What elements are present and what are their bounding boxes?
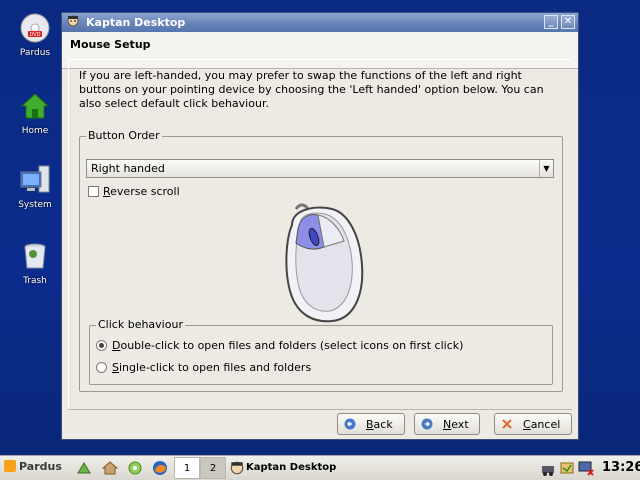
back-arrow-icon bbox=[344, 418, 356, 430]
task-title: Kaptan Desktop bbox=[246, 462, 337, 473]
home-icon bbox=[20, 93, 50, 119]
cancel-label: Cancel bbox=[523, 418, 561, 431]
reverse-scroll-label: Reverse scroll bbox=[103, 185, 180, 198]
desktop-switch-2[interactable]: 2 bbox=[200, 457, 226, 479]
kaptan-task-icon bbox=[230, 461, 244, 475]
minimize-button[interactable]: _ bbox=[544, 15, 558, 29]
desktop-icon-trash[interactable]: Trash bbox=[6, 240, 64, 286]
desktop-icon-label: Trash bbox=[23, 276, 47, 286]
intro-text: If you are left-handed, you may prefer t… bbox=[79, 69, 544, 110]
computer-icon bbox=[20, 165, 50, 193]
chevron-down-icon[interactable]: ▼ bbox=[539, 160, 553, 177]
tray-network-icon[interactable] bbox=[540, 460, 556, 476]
click-behaviour-group: Click behaviour bbox=[89, 318, 553, 385]
reverse-scroll-checkbox[interactable] bbox=[88, 186, 99, 197]
launcher-settings-icon[interactable] bbox=[127, 460, 143, 476]
close-button[interactable]: ✕ bbox=[561, 15, 575, 29]
svg-text:DVD: DVD bbox=[29, 32, 40, 38]
desktop-icon-home[interactable]: Home bbox=[6, 90, 64, 136]
window-title: Kaptan Desktop bbox=[86, 16, 186, 29]
single-click-radio[interactable] bbox=[96, 362, 107, 373]
pardus-logo-text: Pardus bbox=[19, 460, 62, 473]
double-click-radio[interactable] bbox=[96, 340, 107, 351]
task-kaptan-desktop[interactable]: Kaptan Desktop bbox=[226, 458, 376, 479]
firefox-icon[interactable] bbox=[152, 460, 168, 476]
dvd-icon: DVD bbox=[20, 13, 50, 43]
double-click-label: Double-click to open files and folders (… bbox=[112, 339, 464, 352]
page-title: Mouse Setup bbox=[70, 38, 151, 51]
cancel-button[interactable]: Cancel bbox=[494, 413, 572, 435]
kaptan-window: Kaptan Desktop _ ✕ Mouse Setup If you ar… bbox=[61, 12, 579, 440]
launcher-home-icon[interactable] bbox=[102, 460, 118, 476]
button-order-group-title: Button Order bbox=[86, 129, 162, 142]
taskbar: Pardus 1 2 Kaptan Desktop 13:26 bbox=[0, 455, 640, 480]
back-label: Back bbox=[366, 418, 393, 431]
single-click-label: Single-click to open files and folders bbox=[112, 361, 312, 374]
tray-update-icon[interactable] bbox=[559, 460, 575, 476]
mouse-illustration bbox=[285, 203, 364, 323]
launcher-package-icon[interactable] bbox=[76, 460, 92, 476]
desktop-icon-pardus[interactable]: DVD Pardus bbox=[6, 12, 64, 58]
kaptan-app-icon bbox=[67, 15, 79, 27]
desktop-icon-label: Pardus bbox=[19, 48, 51, 58]
next-arrow-icon bbox=[421, 418, 433, 430]
next-button[interactable]: Next bbox=[414, 413, 480, 435]
tray-display-icon[interactable] bbox=[578, 460, 594, 476]
desktop-icon-system[interactable]: System bbox=[6, 164, 64, 210]
button-order-combo[interactable]: Right handed ▼ bbox=[86, 159, 554, 178]
desktop-icon-label: Home bbox=[21, 126, 49, 136]
desktop-switch-1[interactable]: 1 bbox=[174, 457, 200, 479]
clock: 13:26 bbox=[602, 460, 640, 475]
click-behaviour-group-title: Click behaviour bbox=[96, 318, 185, 331]
cancel-x-icon bbox=[502, 419, 512, 429]
next-label: Next bbox=[443, 418, 469, 431]
titlebar[interactable]: Kaptan Desktop _ ✕ bbox=[62, 13, 578, 32]
combo-value: Right handed bbox=[91, 162, 165, 175]
back-button[interactable]: Back bbox=[337, 413, 405, 435]
trash-icon bbox=[24, 243, 46, 269]
footer-separator bbox=[68, 409, 572, 410]
pardus-menu-button[interactable]: Pardus bbox=[4, 460, 62, 476]
pardus-logo-icon bbox=[4, 460, 16, 472]
desktop-icon-label: System bbox=[18, 200, 52, 210]
